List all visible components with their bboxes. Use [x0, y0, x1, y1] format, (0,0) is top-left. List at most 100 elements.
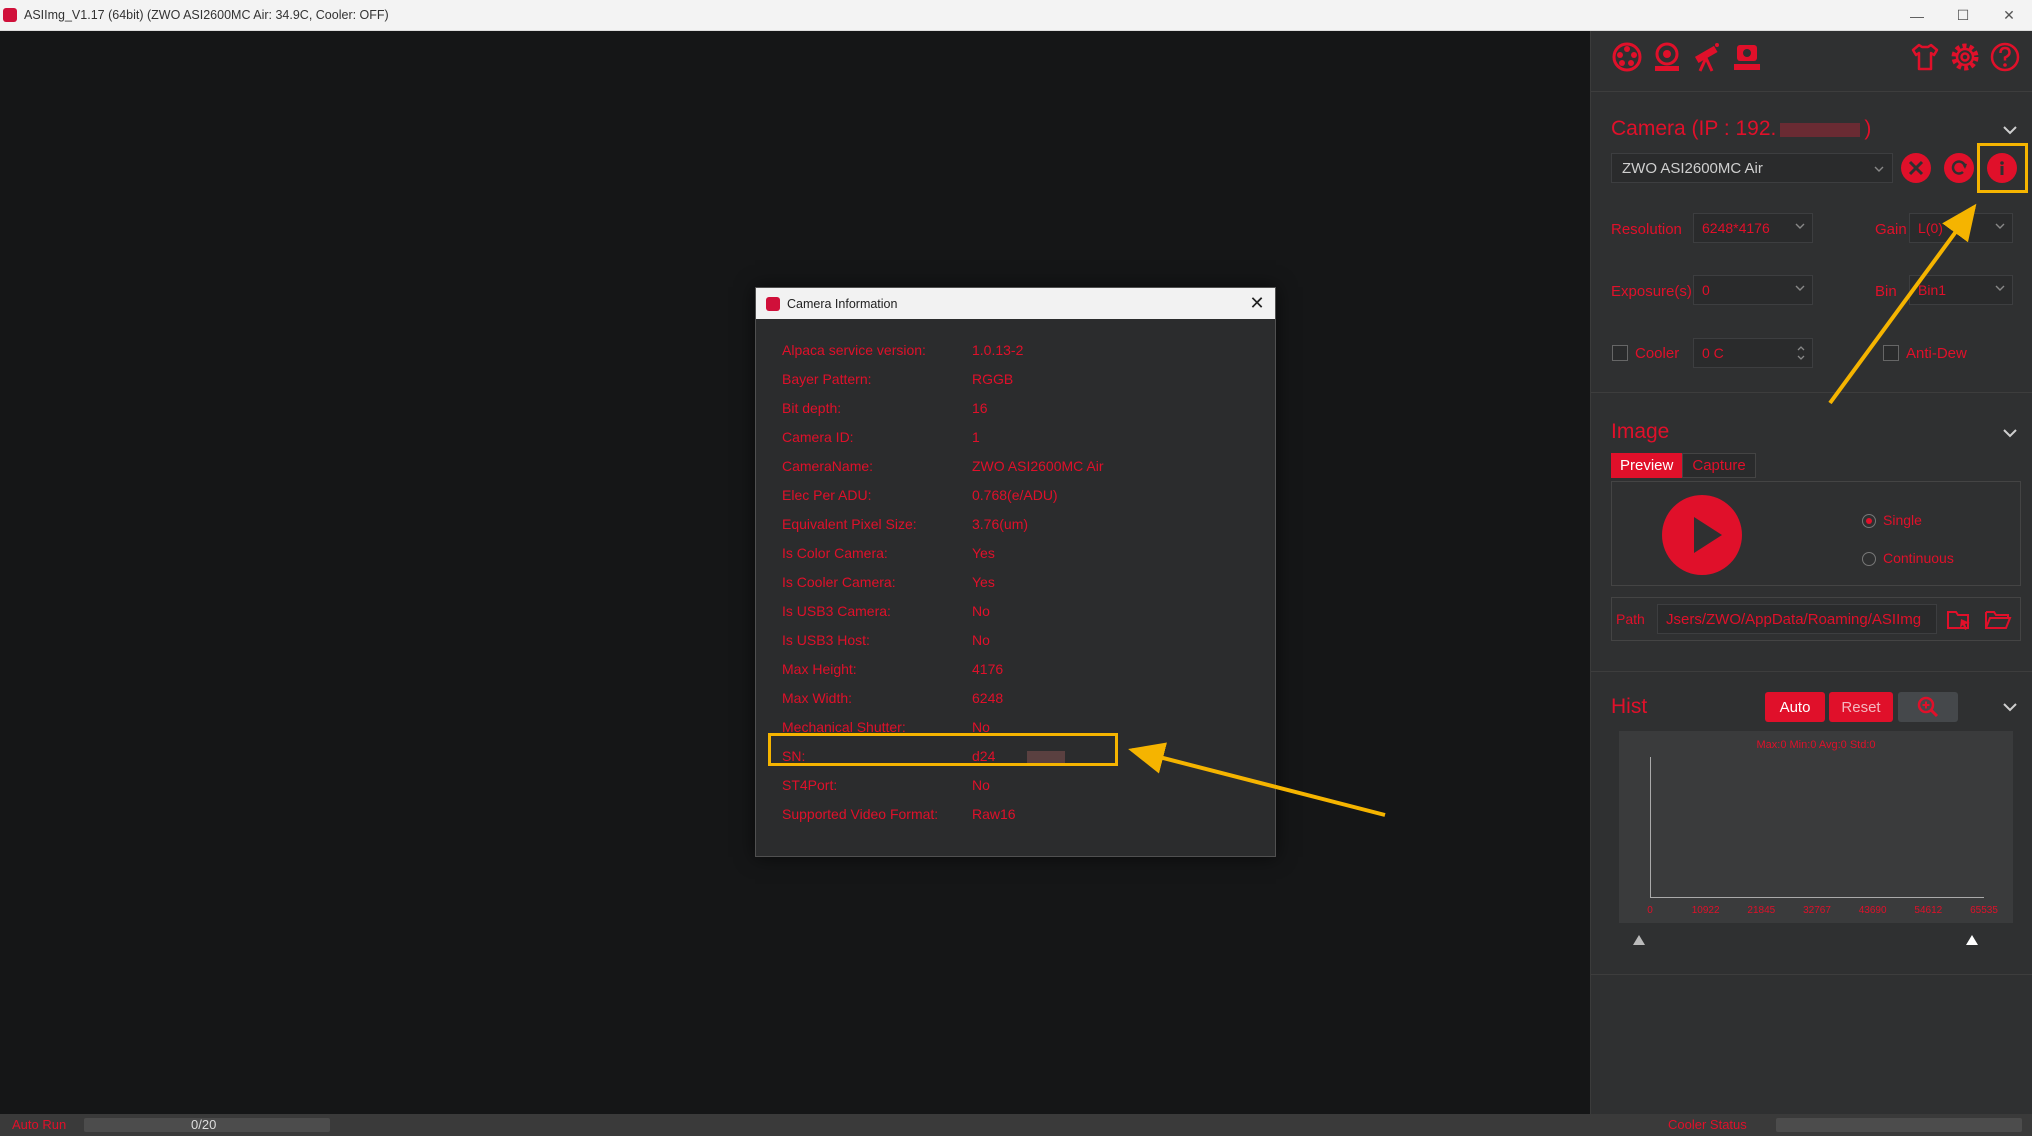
cooler-checkbox[interactable]: [1612, 345, 1628, 361]
divider: [1591, 392, 2032, 393]
image-section-title: Image: [1611, 420, 1670, 443]
white-point-slider-handle[interactable]: [1966, 935, 1978, 945]
info-key: Bit depth:: [782, 400, 842, 416]
close-button[interactable]: ✕: [1986, 0, 2032, 31]
bin-select[interactable]: Bin1: [1909, 275, 2013, 305]
divider: [1591, 671, 2032, 672]
app-logo-icon: [3, 8, 17, 22]
chevron-down-icon[interactable]: [2001, 121, 2019, 139]
spinner-arrows-icon[interactable]: [1796, 343, 1806, 363]
open-folder-icon[interactable]: [1984, 608, 2012, 632]
exposure-label: Exposure(s): [1611, 283, 1692, 300]
disconnect-camera-button[interactable]: [1901, 153, 1931, 183]
preview-panel: Single Continuous: [1611, 481, 2021, 586]
info-value: ZWO ASI2600MC Air: [972, 458, 1104, 474]
ip-redaction: [1780, 123, 1861, 137]
info-key: Equivalent Pixel Size:: [782, 516, 917, 532]
window-controls: — ☐ ✕: [1894, 0, 2032, 31]
control-panel: Camera (IP : 192. ) ZWO ASI2600MC Air Re…: [1590, 31, 2032, 1114]
cooler-temp-value: 0 C: [1702, 345, 1724, 361]
dialog-title-bar: Camera Information ✕: [756, 288, 1275, 319]
close-circle-icon: [1908, 160, 1924, 176]
info-value: 1: [972, 429, 980, 445]
info-key: Supported Video Format:: [782, 806, 939, 822]
skin-shirt-icon[interactable]: [1907, 39, 1943, 75]
exposure-select[interactable]: 0: [1693, 275, 1813, 305]
info-value: 3.76(um): [972, 516, 1029, 532]
cooler-label: Cooler: [1635, 345, 1680, 362]
info-value: 4176: [972, 661, 1004, 677]
info-key: ST4Port:: [782, 777, 838, 793]
camera-section-title: Camera (IP : 192. ): [1611, 117, 1871, 141]
info-value: 1.0.13-2: [972, 342, 1024, 358]
info-key: Is Color Camera:: [782, 545, 888, 561]
resolution-select[interactable]: 6248*4176: [1693, 213, 1813, 243]
info-key: Is USB3 Camera:: [782, 603, 891, 619]
chevron-down-icon[interactable]: [2001, 424, 2019, 442]
dialog-close-button[interactable]: ✕: [1247, 293, 1267, 313]
open-file-icon[interactable]: [1946, 608, 1972, 632]
dropdown-arrow-icon: [1995, 223, 2005, 229]
info-key: Max Height:: [782, 661, 857, 677]
black-point-slider-handle[interactable]: [1633, 935, 1645, 945]
bin-label: Bin: [1875, 283, 1897, 300]
status-bar: Auto Run 0/20 Cooler Status: [0, 1114, 2032, 1136]
maximize-button[interactable]: ☐: [1940, 0, 1986, 31]
image-tabs: Preview Capture: [1611, 453, 1756, 478]
zoom-in-icon: [1917, 696, 1939, 718]
camera-connect-icon[interactable]: [1649, 39, 1685, 75]
hist-auto-button[interactable]: Auto: [1765, 692, 1825, 722]
save-path-input[interactable]: Jsers/ZWO/AppData/Roaming/ASIImg: [1657, 604, 1937, 634]
help-icon[interactable]: [1987, 39, 2023, 75]
title-bar: ASIImg_V1.17 (64bit) (ZWO ASI2600MC Air:…: [0, 0, 2032, 31]
info-value: 16: [972, 400, 988, 416]
gain-select[interactable]: L(0): [1909, 213, 2013, 243]
info-row: ST4Port: No: [782, 775, 1262, 797]
tab-preview[interactable]: Preview: [1611, 453, 1683, 478]
hist-section-title: Hist: [1611, 695, 1648, 718]
window-title: ASIImg_V1.17 (64bit) (ZWO ASI2600MC Air:…: [24, 8, 389, 22]
histogram-tick-label: 43690: [1858, 905, 1887, 916]
histogram-stats: Max:0 Min:0 Avg:0 Std:0: [1756, 739, 1876, 751]
camera-select[interactable]: ZWO ASI2600MC Air: [1611, 153, 1893, 183]
camera-station-icon[interactable]: [1729, 39, 1765, 75]
info-key: Camera ID:: [782, 429, 854, 445]
info-value: RGGB: [972, 371, 1014, 387]
info-key: Alpaca service version:: [782, 342, 926, 358]
continuous-mode-radio[interactable]: [1862, 552, 1876, 566]
info-key: Elec Per ADU:: [782, 487, 872, 503]
info-row: Is USB3 Camera: No: [782, 601, 1262, 623]
resolution-value: 6248*4176: [1702, 220, 1770, 236]
tab-capture[interactable]: Capture: [1682, 453, 1756, 478]
settings-gear-icon[interactable]: [1947, 39, 1983, 75]
chevron-down-icon[interactable]: [2001, 698, 2019, 716]
gain-label: Gain: [1875, 221, 1907, 238]
anti-dew-checkbox[interactable]: [1883, 345, 1899, 361]
hist-reset-button[interactable]: Reset: [1829, 692, 1893, 722]
aperture-icon[interactable]: [1609, 39, 1645, 75]
telescope-icon[interactable]: [1689, 39, 1725, 75]
start-preview-button[interactable]: [1662, 495, 1742, 575]
info-value: Raw16: [972, 806, 1016, 822]
info-value: No: [972, 603, 990, 619]
single-mode-radio[interactable]: [1862, 514, 1876, 528]
histogram-tick-label: 0: [1647, 905, 1653, 916]
cooler-status-label: Cooler Status: [1668, 1117, 1747, 1132]
info-row: Alpaca service version: 1.0.13-2: [782, 340, 1262, 362]
dropdown-arrow-icon: [1874, 166, 1884, 172]
info-row: Bayer Pattern: RGGB: [782, 369, 1262, 391]
hist-zoom-button[interactable]: [1898, 692, 1958, 722]
app-logo-icon: [766, 296, 780, 311]
selected-camera: ZWO ASI2600MC Air: [1622, 159, 1763, 177]
histogram-x-axis: [1650, 897, 1984, 898]
info-row: Max Height: 4176: [782, 659, 1262, 681]
cooler-temp-spinner[interactable]: 0 C: [1693, 338, 1813, 368]
app-window: ASIImg_V1.17 (64bit) (ZWO ASI2600MC Air:…: [0, 0, 2032, 1136]
minimize-button[interactable]: —: [1894, 0, 1940, 31]
info-value: 0.768(e/ADU): [972, 487, 1058, 503]
refresh-camera-button[interactable]: [1944, 153, 1974, 183]
info-button-highlight: [1977, 143, 2028, 193]
info-key: Max Width:: [782, 690, 853, 706]
histogram-tick-label: 54612: [1914, 905, 1943, 916]
play-icon: [1694, 517, 1722, 553]
